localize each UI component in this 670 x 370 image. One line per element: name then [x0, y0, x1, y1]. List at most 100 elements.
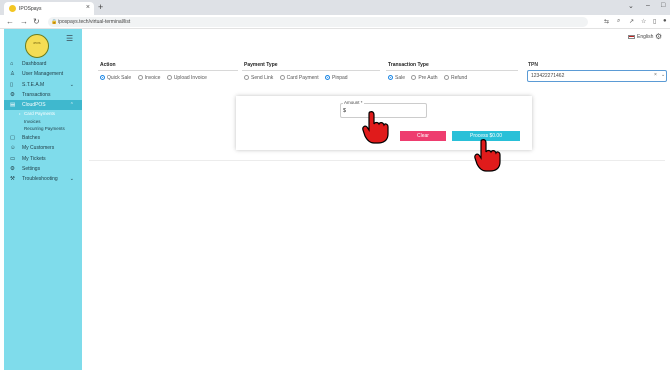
sidebar-subitem-label: Recurring Payments: [24, 126, 65, 132]
sidebar-item-my-tickets[interactable]: ▭ My Tickets: [4, 154, 82, 164]
radio-label: Card Payment: [286, 75, 319, 81]
hand-pointer-icon: [474, 139, 501, 172]
clear-icon[interactable]: ×: [654, 72, 657, 78]
hamburger-menu-icon[interactable]: ☰: [66, 34, 73, 43]
zoom-icon[interactable]: ⌕: [617, 18, 620, 25]
bullet-icon: •: [19, 111, 21, 117]
sidebar-item-label: User Management: [22, 71, 64, 78]
radio-label: Send Link: [251, 75, 274, 81]
sidebar-item-steam[interactable]: ▯ S.T.E.A.M ⌄: [4, 80, 82, 90]
sidebar-item-troubleshooting[interactable]: ⚒ Troubleshooting ⌄: [4, 174, 82, 184]
favicon-icon: [9, 5, 16, 12]
back-icon[interactable]: ←: [6, 17, 14, 26]
radio-upload-invoice[interactable]: Upload Invoice: [166, 75, 207, 81]
divider: [98, 70, 238, 71]
sidebar-subitem-label: Invoices: [24, 118, 41, 124]
settings-icon: ⚙: [10, 91, 15, 98]
sidebar-item-batches[interactable]: ▢ Batches: [4, 133, 82, 143]
radio-selected-icon: [100, 75, 105, 80]
gear-icon[interactable]: ⚙: [655, 32, 662, 41]
sidebar-item-label: My Customers: [22, 145, 55, 152]
sidepanel-icon[interactable]: ▯: [653, 18, 656, 25]
radio-icon: [279, 75, 285, 80]
sidebar-subitem-invoices[interactable]: Invoices: [4, 118, 82, 126]
minimize-icon[interactable]: –: [646, 2, 650, 9]
radio-card-payment[interactable]: Card Payment: [279, 75, 319, 81]
amount-label: Amount *: [343, 100, 364, 105]
sidebar-item-transactions[interactable]: ⚙ Transactions: [4, 90, 82, 100]
sidebar-item-label: S.T.E.A.M: [22, 81, 45, 88]
browser-tab[interactable]: IPOSpays ×: [4, 2, 94, 15]
payment-type-options: Send Link Card Payment Pinpad: [244, 75, 353, 81]
chevron-up-icon: ⌃: [69, 102, 74, 109]
person-icon: ☺: [10, 145, 16, 152]
radio-quick-sale[interactable]: Quick Sale: [100, 75, 131, 81]
url-field[interactable]: 🔒 ipospays.tech/virtual-terminal/list: [48, 17, 588, 27]
maximize-icon[interactable]: □: [661, 2, 665, 9]
sidebar-item-label: CloudPOS: [22, 102, 46, 109]
profile-icon[interactable]: ●: [663, 18, 667, 24]
sidebar: iPOS ☰ ⌂ Dashboard ♙ User Management ▯ S…: [4, 29, 82, 370]
radio-icon: [244, 75, 249, 80]
divider: [89, 160, 665, 161]
sidebar-item-my-customers[interactable]: ☺ My Customers: [4, 143, 82, 153]
radio-selected-icon: [388, 75, 393, 80]
tpn-select[interactable]: 123422271462: [527, 70, 667, 82]
wrench-icon: ⚒: [10, 176, 15, 183]
sidebar-item-label: Troubleshooting: [22, 176, 58, 183]
chevron-down-icon[interactable]: ⌄: [661, 72, 665, 78]
radio-label: Pinpad: [332, 75, 348, 81]
user-icon: ♙: [10, 71, 15, 78]
radio-label: Pre Auth: [418, 75, 438, 81]
action-options: Quick Sale Invoice Upload Invoice: [100, 75, 212, 81]
radio-icon: [411, 75, 417, 80]
reload-icon[interactable]: ↻: [33, 17, 40, 26]
radio-pinpad[interactable]: Pinpad: [325, 75, 348, 81]
share-icon[interactable]: ⇆: [604, 18, 609, 25]
radio-invoice[interactable]: Invoice: [137, 75, 160, 81]
radio-refund[interactable]: Refund: [443, 75, 468, 81]
tab-title: IPOSpays: [19, 5, 42, 12]
radio-sale[interactable]: Sale: [388, 75, 405, 81]
brand-logo[interactable]: iPOS: [25, 34, 49, 58]
forward-icon[interactable]: →: [20, 17, 28, 26]
transaction-type-label: Transaction Type: [388, 62, 429, 68]
sidebar-item-label: My Tickets: [22, 155, 46, 162]
sidebar-subitem-card-payments[interactable]: • Card Payments: [4, 110, 82, 118]
payment-type-label: Payment Type: [244, 62, 278, 68]
sidebar-item-label: Transactions: [22, 91, 51, 98]
sidebar-menu: ⌂ Dashboard ♙ User Management ▯ S.T.E.A.…: [4, 59, 82, 184]
radio-send-link[interactable]: Send Link: [244, 75, 273, 81]
tpn-value: 123422271462: [531, 73, 565, 79]
sidebar-item-settings[interactable]: ⚙ Settings: [4, 164, 82, 174]
radio-label: Refund: [450, 75, 468, 81]
bookmark-share-icon[interactable]: ↗: [629, 18, 634, 25]
star-icon[interactable]: ☆: [641, 18, 646, 25]
language-selector[interactable]: English: [628, 34, 653, 40]
home-icon: ⌂: [10, 61, 14, 67]
close-tab-icon[interactable]: ×: [86, 4, 90, 11]
sidebar-item-dashboard[interactable]: ⌂ Dashboard: [4, 59, 82, 69]
chevron-down-icon[interactable]: ⌄: [628, 2, 634, 10]
sidebar-item-user-management[interactable]: ♙ User Management: [4, 69, 82, 79]
hand-pointer-icon: [362, 111, 389, 144]
pos-icon: ▤: [10, 102, 16, 109]
sidebar-subitem-label: Card Payments: [24, 111, 56, 117]
clear-button[interactable]: Clear: [400, 131, 446, 141]
sidebar-item-cloudpos[interactable]: ▤ CloudPOS ⌃: [4, 100, 82, 111]
chevron-down-icon: ⌄: [69, 176, 74, 183]
logo-text: iPOS: [33, 41, 41, 45]
language-label: English: [637, 34, 654, 40]
amount-value: $: [343, 108, 347, 114]
lock-icon: 🔒: [51, 19, 58, 25]
radio-pre-auth[interactable]: Pre Auth: [411, 75, 438, 81]
new-tab-icon[interactable]: +: [98, 2, 103, 12]
radio-icon: [443, 75, 449, 80]
sidebar-subitem-recurring-payments[interactable]: Recurring Payments: [4, 125, 82, 133]
address-bar: ← → ↻ 🔒 ipospays.tech/virtual-terminal/l…: [0, 15, 670, 29]
transaction-type-options: Sale Pre Auth Refund: [388, 75, 472, 81]
browser-tab-bar: IPOSpays × + ⌄ – □: [0, 0, 670, 15]
chevron-down-icon: ⌄: [69, 81, 74, 88]
radio-label: Quick Sale: [107, 75, 132, 81]
radio-selected-icon: [325, 75, 330, 80]
